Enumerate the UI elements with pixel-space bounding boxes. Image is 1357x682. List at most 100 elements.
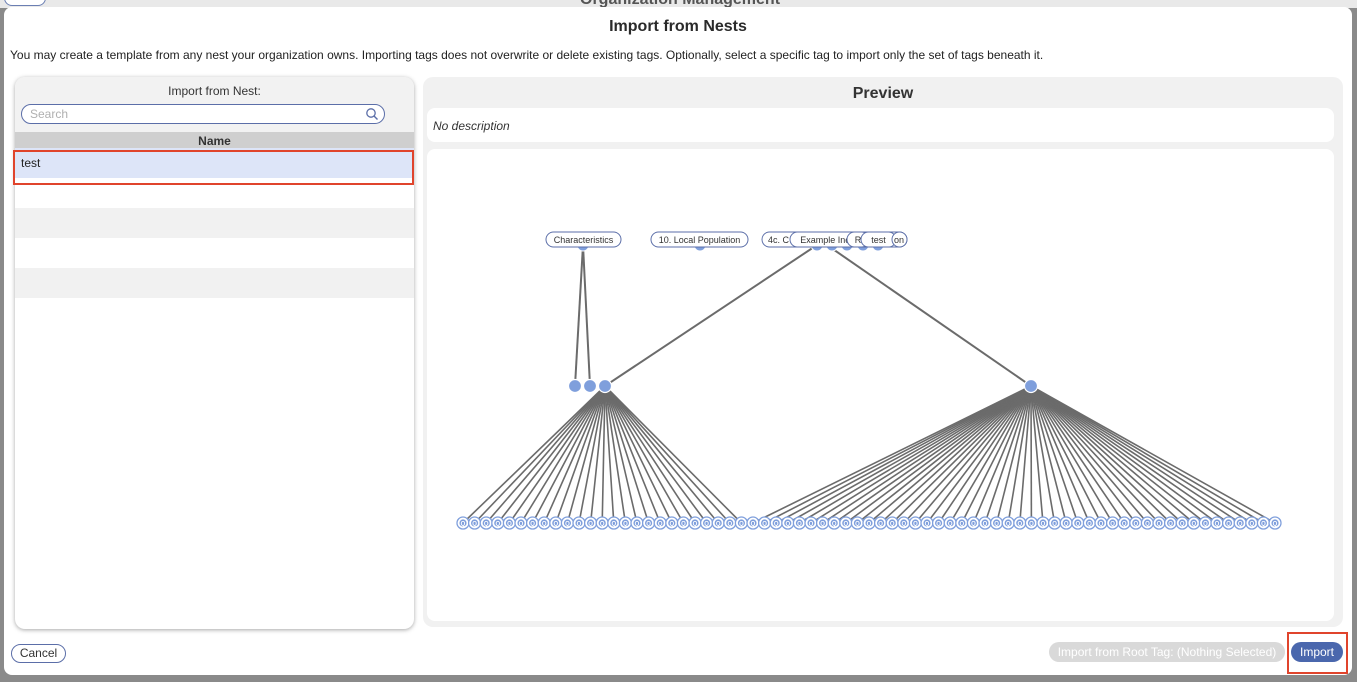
name-column-header[interactable]: Name: [15, 132, 414, 148]
leaf-node-label: Q: [1157, 521, 1162, 527]
leaf-node-label: Q: [1110, 521, 1115, 527]
leaf-node-label: Q: [1273, 521, 1278, 527]
tree-edge: [531, 385, 606, 524]
modal-title: Import from Nests: [609, 18, 747, 35]
preview-description-box: No description: [427, 108, 1334, 142]
tag-node[interactable]: [582, 378, 598, 394]
search-icon[interactable]: [364, 106, 380, 122]
leaf-node-label: Q: [553, 521, 558, 527]
leaf-node-label: Q: [948, 521, 953, 527]
leaf-node-label: Q: [461, 521, 466, 527]
tree-edge: [1030, 385, 1218, 524]
tree-edge: [937, 385, 1032, 524]
leaf-node-label: Q: [1203, 521, 1208, 527]
leaf-node-label: Q: [588, 521, 593, 527]
tree-edge: [1030, 385, 1137, 524]
background-button: [4, 0, 46, 6]
leaf-node-label: Q: [762, 521, 767, 527]
leaf-node-label: Q: [867, 521, 872, 527]
leaf-node-label: Q: [925, 521, 930, 527]
tree-edge: [604, 385, 650, 524]
leaf-node-label: Q: [693, 521, 698, 527]
tag-label-text: Characteristics: [554, 235, 614, 245]
selected-row-highlight: [13, 150, 414, 185]
leaf-node-label: Q: [1261, 521, 1266, 527]
leaf-node-label: Q: [820, 521, 825, 527]
tree-edge: [810, 385, 1032, 524]
modal-description: You may create a template from any nest …: [10, 48, 1044, 62]
leaf-node-label: Q: [971, 521, 976, 527]
search-input[interactable]: [30, 106, 360, 122]
leaf-node-label: Q: [739, 521, 744, 527]
leaf-node-label: Q: [1226, 521, 1231, 527]
leaf-node-label: Q: [507, 521, 512, 527]
leaf-node-label: Q: [878, 521, 883, 527]
tree-edge: [485, 385, 606, 524]
tree-edge: [1030, 385, 1125, 524]
leaf-node-label: Q: [472, 521, 477, 527]
nest-row-empty: [15, 208, 414, 238]
leaf-node-label: Q: [1191, 521, 1196, 527]
tree-edge: [497, 385, 606, 524]
leaf-node-label: Q: [600, 521, 605, 527]
leaf-node-label: Q: [797, 521, 802, 527]
leaf-node-label: Q: [785, 521, 790, 527]
preview-description: No description: [433, 119, 510, 133]
leaf-node-label: Q: [1029, 521, 1034, 527]
tree-edge: [604, 385, 731, 524]
leaf-node-label: Q: [809, 521, 814, 527]
tree-edge: [1030, 385, 1241, 524]
leaf-node-label: Q: [1052, 521, 1057, 527]
tree-edge: [1030, 385, 1160, 524]
nest-row-empty: [15, 238, 414, 268]
leaf-node-label: Q: [1041, 521, 1046, 527]
leaf-node-label: Q: [1087, 521, 1092, 527]
leaf-node-label: Q: [901, 521, 906, 527]
tree-edge: [1030, 385, 1206, 524]
leaf-node-label: Q: [1145, 521, 1150, 527]
cancel-button[interactable]: Cancel: [11, 644, 66, 663]
tag-node[interactable]: [597, 378, 613, 394]
leaf-node-label: Q: [611, 521, 616, 527]
tree-edge: [926, 385, 1032, 524]
tag-label-text: on: [894, 235, 904, 245]
tree-edge: [508, 385, 606, 524]
leaf-node-label: Q: [855, 521, 860, 527]
tree-edge: [787, 385, 1032, 524]
tree-edge: [543, 385, 606, 524]
leaf-node-label: Q: [751, 521, 756, 527]
tag-label-text: 4c. C: [768, 235, 790, 245]
tree-edge: [604, 385, 685, 524]
tree-edge: [1030, 385, 1276, 524]
leaf-node-label: Q: [1249, 521, 1254, 527]
import-modal: Import from Nests You may create a templ…: [4, 7, 1352, 675]
tree-edge: [582, 244, 591, 387]
tree-edge: [1030, 385, 1253, 524]
tag-node[interactable]: [567, 378, 583, 394]
leaf-node-label: Q: [1215, 521, 1220, 527]
leaf-node-label: Q: [716, 521, 721, 527]
leaf-node-label: Q: [484, 521, 489, 527]
leaf-node-label: Q: [1238, 521, 1243, 527]
leaf-node-label: Q: [959, 521, 964, 527]
tree-edge: [604, 385, 742, 524]
leaf-node-label: Q: [936, 521, 941, 527]
leaf-node-label: Q: [530, 521, 535, 527]
tag-node[interactable]: [1023, 378, 1039, 394]
leaf-node-label: Q: [646, 521, 651, 527]
leaf-node-label: Q: [913, 521, 918, 527]
tree-edge: [826, 244, 1032, 387]
leaf-node-label: Q: [1168, 521, 1173, 527]
tree-edge: [604, 244, 818, 387]
import-from-root-tag-button: Import from Root Tag: (Nothing Selected): [1049, 642, 1285, 662]
leaf-node-label: Q: [890, 521, 895, 527]
tag-tree-svg: QQQQQQQQQQQQQQQQQQQQQQQQQQQQQQQQQQQQQQQQ…: [456, 231, 1282, 530]
leaf-node-label: Q: [635, 521, 640, 527]
nest-row-empty: [15, 268, 414, 298]
leaf-node-label: Q: [623, 521, 628, 527]
leaf-node-label: Q: [1099, 521, 1104, 527]
tag-label-text: Example Inc: [800, 235, 850, 245]
leaf-node-label: Q: [983, 521, 988, 527]
tree-edge: [845, 385, 1032, 524]
leaf-node-label: Q: [1017, 521, 1022, 527]
